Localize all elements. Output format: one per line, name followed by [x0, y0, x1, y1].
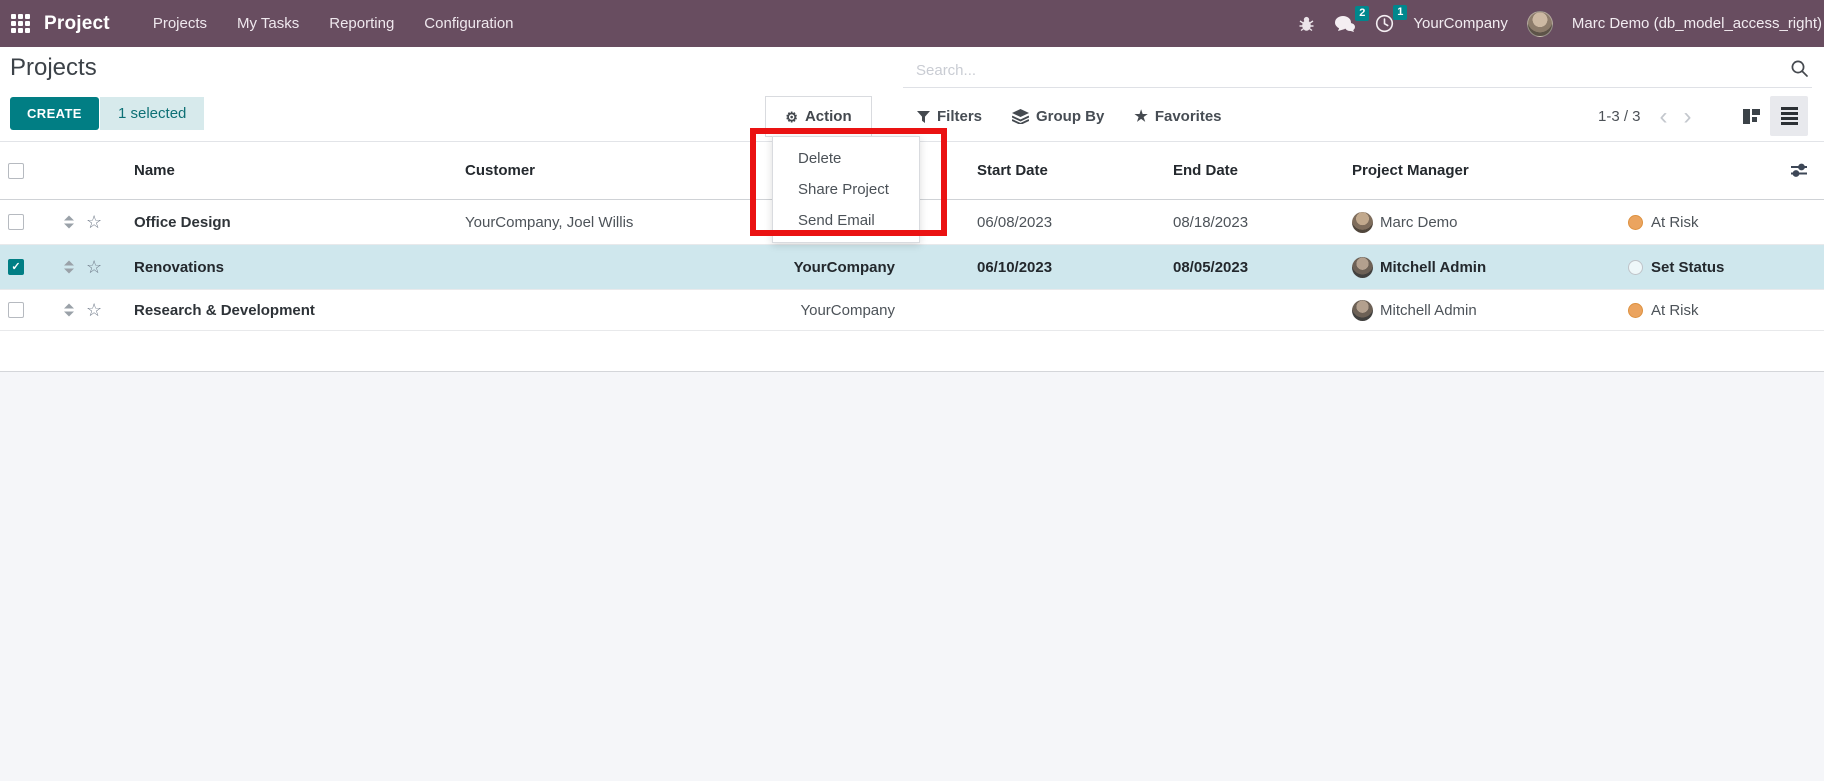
activities-badge: 1: [1393, 5, 1407, 20]
nav-reporting[interactable]: Reporting: [314, 0, 409, 47]
list-view-button[interactable]: [1770, 96, 1808, 136]
filter-funnel-icon: [917, 111, 930, 123]
cell-project-manager: Mitchell Admin: [1352, 290, 1477, 330]
nav-projects[interactable]: Projects: [138, 0, 222, 47]
favorites-button[interactable]: ★ Favorites: [1134, 108, 1221, 125]
pager-range: 1-3 / 3: [1598, 108, 1641, 125]
drag-handle-icon[interactable]: [64, 304, 74, 317]
status-dot-icon: [1628, 215, 1643, 230]
search-options: Filters Group By ★ Favorites: [917, 96, 1222, 137]
star-icon: ★: [1134, 109, 1147, 124]
row-checkbox[interactable]: [8, 302, 24, 318]
user-avatar[interactable]: [1527, 11, 1553, 37]
pager-next-icon[interactable]: ›: [1679, 105, 1697, 129]
cell-name: Office Design: [134, 200, 231, 244]
kanban-view-button[interactable]: [1732, 96, 1770, 136]
search-input[interactable]: [903, 53, 1812, 88]
manager-name: Mitchell Admin: [1380, 302, 1477, 319]
page-title: Projects: [10, 54, 97, 82]
messages-badge: 2: [1355, 6, 1369, 21]
empty-row: [0, 331, 1824, 372]
status-label: Set Status: [1651, 259, 1724, 276]
app-name[interactable]: Project: [44, 13, 110, 35]
header-project-manager[interactable]: Project Manager: [1352, 142, 1469, 200]
manager-name: Marc Demo: [1380, 214, 1458, 231]
table-row-research-development[interactable]: ☆ Research & Development YourCompany Mit…: [0, 290, 1824, 331]
row-checkbox[interactable]: [8, 214, 24, 230]
status-label: At Risk: [1651, 214, 1699, 231]
status-widget[interactable]: Set Status: [1628, 245, 1724, 289]
menu-item-share-project[interactable]: Share Project: [773, 174, 919, 205]
odoo-projects-screen: Project Projects My Tasks Reporting Conf…: [0, 0, 1824, 781]
cell-name: Research & Development: [134, 290, 315, 330]
favorite-star-icon[interactable]: ☆: [86, 301, 102, 319]
filters-label: Filters: [937, 108, 982, 125]
group-by-button[interactable]: Group By: [1012, 108, 1104, 125]
favorite-star-icon[interactable]: ☆: [86, 213, 102, 231]
view-switcher: [1732, 96, 1808, 136]
cell-start-date: 06/08/2023: [977, 200, 1052, 244]
select-all-checkbox[interactable]: [8, 163, 24, 179]
filters-button[interactable]: Filters: [917, 108, 982, 125]
favorites-label: Favorites: [1155, 108, 1222, 125]
cell-name: Renovations: [134, 245, 224, 289]
header-end-date[interactable]: End Date: [1173, 142, 1238, 200]
search-icon[interactable]: [1790, 59, 1809, 78]
action-button-label: Action: [805, 108, 852, 125]
header-name[interactable]: Name: [134, 142, 175, 200]
menu-item-delete[interactable]: Delete: [773, 143, 919, 174]
group-by-label: Group By: [1036, 108, 1104, 125]
manager-avatar: [1352, 257, 1373, 278]
manager-avatar: [1352, 212, 1373, 233]
nav-configuration[interactable]: Configuration: [409, 0, 528, 47]
cell-customer: YourCompany: [465, 290, 895, 330]
pager-previous-icon[interactable]: ‹: [1655, 105, 1673, 129]
user-menu[interactable]: Marc Demo (db_model_access_right): [1572, 15, 1822, 32]
list-icon: [1781, 107, 1798, 125]
messages-icon[interactable]: 2: [1334, 15, 1356, 33]
table-row-renovations[interactable]: ✓ ☆ Renovations YourCompany 06/10/2023 0…: [0, 245, 1824, 290]
row-checkbox-checked[interactable]: ✓: [8, 259, 24, 275]
optional-columns-icon[interactable]: [1790, 162, 1808, 178]
status-dot-icon: [1628, 303, 1643, 318]
nav-my-tasks[interactable]: My Tasks: [222, 0, 314, 47]
action-dropdown-menu: Delete Share Project Send Email: [772, 136, 920, 243]
activities-clock-icon[interactable]: 1: [1375, 14, 1394, 33]
header-customer[interactable]: Customer: [465, 142, 535, 200]
cell-end-date: 08/18/2023: [1173, 200, 1248, 244]
status-widget[interactable]: At Risk: [1628, 200, 1699, 244]
status-dot-icon: [1628, 260, 1643, 275]
cell-customer: YourCompany: [465, 245, 895, 289]
action-button[interactable]: ⚙ Action: [765, 96, 872, 137]
menu-item-send-email[interactable]: Send Email: [773, 205, 919, 236]
cell-project-manager: Mitchell Admin: [1352, 245, 1486, 289]
pager: 1-3 / 3 ‹ ›: [1598, 96, 1697, 137]
systray: 2 1 YourCompany Marc Demo (db_model_acce…: [1298, 11, 1824, 37]
kanban-icon: [1743, 109, 1760, 124]
gear-icon: ⚙: [785, 110, 798, 124]
drag-handle-icon[interactable]: [64, 261, 74, 274]
top-navbar: Project Projects My Tasks Reporting Conf…: [0, 0, 1824, 47]
manager-avatar: [1352, 300, 1373, 321]
drag-handle-icon[interactable]: [64, 216, 74, 229]
company-switcher[interactable]: YourCompany: [1413, 15, 1508, 32]
manager-name: Mitchell Admin: [1380, 259, 1486, 276]
apps-grid-icon[interactable]: [0, 0, 40, 47]
status-label: At Risk: [1651, 302, 1699, 319]
cell-end-date: 08/05/2023: [1173, 245, 1248, 289]
favorite-star-icon[interactable]: ☆: [86, 258, 102, 276]
control-panel: Projects CREATE 1 selected ⚙ Action Filt…: [0, 47, 1824, 142]
status-widget[interactable]: At Risk: [1628, 290, 1699, 330]
header-start-date[interactable]: Start Date: [977, 142, 1048, 200]
layers-icon: [1012, 109, 1029, 124]
create-button[interactable]: CREATE: [10, 97, 99, 130]
cell-start-date: 06/10/2023: [977, 245, 1052, 289]
cell-project-manager: Marc Demo: [1352, 200, 1458, 244]
debug-bug-icon[interactable]: [1298, 16, 1315, 32]
selected-count-chip: 1 selected: [100, 97, 204, 130]
